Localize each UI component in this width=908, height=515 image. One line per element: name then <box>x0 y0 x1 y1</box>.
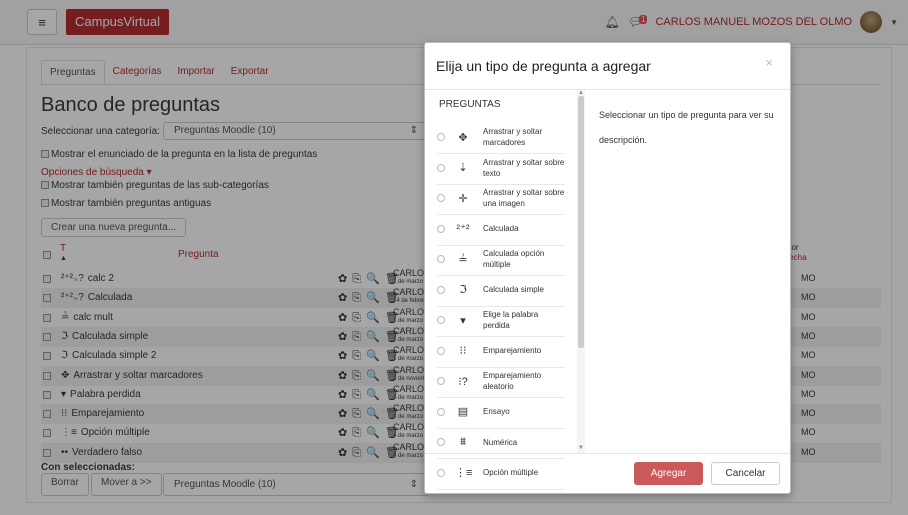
radio-button[interactable] <box>437 133 445 141</box>
question-type-label: Calculada opción múltiple <box>483 249 545 269</box>
section-label: PREGUNTAS <box>439 99 501 110</box>
question-type-icon: ▾ <box>460 314 466 327</box>
radio-button[interactable] <box>437 163 445 172</box>
question-type-icon: ⁝⁝ <box>459 345 467 357</box>
radio-button[interactable] <box>437 224 445 233</box>
question-type-option[interactable]: ✥ Arrastrar y soltar marcadores <box>437 121 565 154</box>
question-type-label: Numérica <box>483 437 518 447</box>
question-type-option[interactable]: ▤ Ensayo <box>437 396 565 429</box>
question-type-label: Arrastrar y soltar sobre texto <box>483 157 565 178</box>
question-type-icon: ≟ <box>458 253 468 266</box>
scrollbar-thumb[interactable] <box>578 96 584 348</box>
question-type-option[interactable]: ⇣ Arrastrar y soltar sobre texto <box>437 152 565 185</box>
radio-button[interactable] <box>437 346 445 355</box>
question-type-option[interactable]: ⁝? Emparejamiento aleatorio <box>437 365 565 398</box>
radio-button[interactable] <box>437 316 445 324</box>
type-description: Seleccionar un tipo de pregunta para ver… <box>599 110 774 145</box>
question-type-icon: ⩩ <box>460 435 466 448</box>
question-type-icon: ℑ <box>459 284 467 296</box>
dialog-title: Elija un tipo de pregunta a agregar <box>436 58 651 74</box>
radio-button[interactable] <box>437 194 445 202</box>
question-type-option[interactable]: ⁝⁝ Emparejamiento <box>437 335 565 368</box>
question-type-icon: ▤ <box>457 406 469 418</box>
radio-button[interactable] <box>437 407 445 416</box>
radio-button[interactable] <box>437 438 445 446</box>
radio-button[interactable] <box>437 377 445 385</box>
choose-question-type-dialog: Elija un tipo de pregunta a agregar × PR… <box>424 42 791 494</box>
question-type-label: Arrastrar y soltar sobre una imagen <box>483 188 565 208</box>
question-type-label: Calculada simple <box>483 285 544 294</box>
question-type-icon: ²⁺² <box>456 223 470 235</box>
question-type-label: Arrastrar y soltar marcadores <box>483 127 543 147</box>
question-type-option[interactable]: ²⁺² Calculada <box>437 213 565 246</box>
question-type-option[interactable]: ✛ Arrastrar y soltar sobre una imagen <box>437 182 565 215</box>
question-type-label: Ensayo <box>483 407 510 416</box>
radio-button[interactable] <box>437 255 445 263</box>
question-type-icon: ✛ <box>458 192 468 205</box>
question-type-icon: ⇣ <box>458 162 468 174</box>
question-type-label: Emparejamiento <box>483 346 542 355</box>
question-type-label: Emparejamiento aleatorio <box>483 371 542 391</box>
cancel-button[interactable]: Cancelar <box>711 462 780 485</box>
radio-button[interactable] <box>437 285 445 294</box>
question-type-option[interactable]: ▾ Elige la palabra perdida <box>437 304 565 337</box>
question-type-icon: ✥ <box>458 131 468 144</box>
add-button[interactable]: Agregar <box>634 462 703 485</box>
dialog-footer: Agregar Cancelar <box>425 453 790 495</box>
scroll-up-icon[interactable]: ▲ <box>578 90 584 96</box>
question-type-label: Calculada <box>483 224 519 233</box>
question-type-icon: ⁝? <box>458 375 468 388</box>
question-type-option[interactable]: ≟ Calculada opción múltiple <box>437 243 565 276</box>
question-type-label: Elige la palabra perdida <box>483 310 539 330</box>
question-type-option[interactable]: ℑ Calculada simple <box>437 274 565 307</box>
dialog-header: Elija un tipo de pregunta a agregar × <box>425 43 790 90</box>
scroll-down-icon[interactable]: ▼ <box>578 445 584 451</box>
close-icon[interactable]: × <box>765 55 773 70</box>
